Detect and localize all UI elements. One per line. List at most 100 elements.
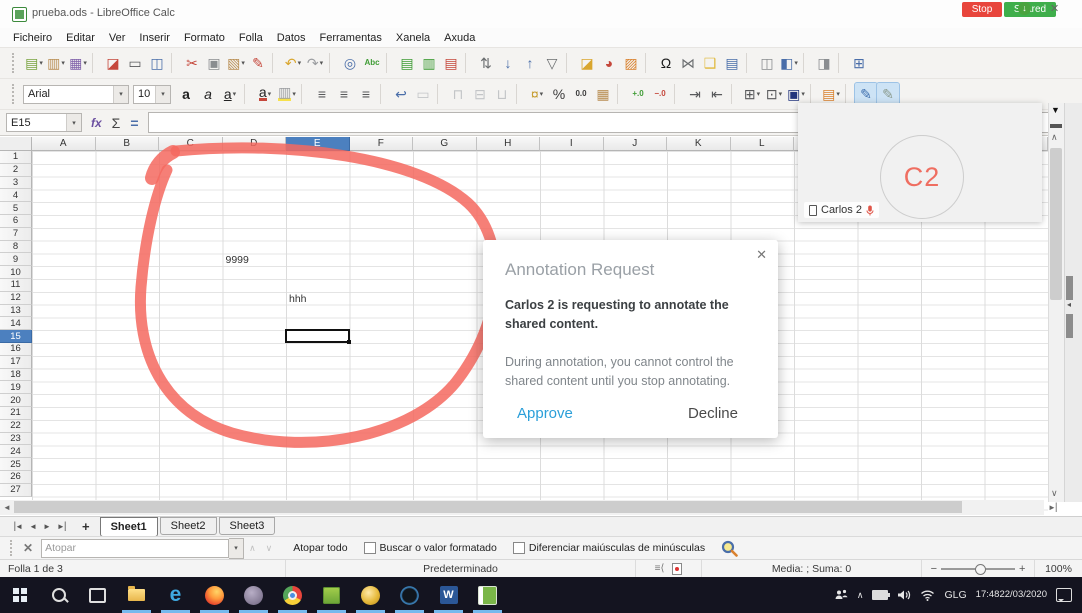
insert-image-icon[interactable]: ◪ <box>576 52 598 75</box>
row-header-22[interactable]: 22 <box>0 420 32 433</box>
previous-sheet-icon[interactable]: ◄ <box>29 522 37 531</box>
chevron-down-icon[interactable]: ▾ <box>113 86 128 103</box>
sheet-tab-sheet2[interactable]: Sheet2 <box>160 517 217 535</box>
row-header-9[interactable]: 9 <box>0 253 32 266</box>
selection-mode-icon[interactable]: ≡⟨ <box>655 563 665 574</box>
libreoffice-calc-taskbar-button[interactable] <box>468 577 507 613</box>
date-format-icon[interactable]: ▦ <box>592 83 614 106</box>
row-header-21[interactable]: 21 <box>0 407 32 420</box>
merge-cells-icon[interactable]: ▭ <box>412 83 434 106</box>
chevron-down-icon[interactable]: ▾ <box>292 90 296 98</box>
insert-pivot-icon[interactable]: ▨ <box>620 52 642 75</box>
chrome-taskbar-button[interactable] <box>273 577 312 613</box>
paste-icon[interactable]: ▧▾ <box>225 52 247 75</box>
battery-icon[interactable] <box>872 590 888 600</box>
percent-format-icon[interactable]: % <box>548 83 570 106</box>
row-header-12[interactable]: 12 <box>0 292 32 305</box>
horizontal-scrollbar-thumb[interactable] <box>14 501 962 513</box>
row-header-10[interactable]: 10 <box>0 266 32 279</box>
redo-icon[interactable]: ↷▾ <box>304 52 326 75</box>
save-icon[interactable]: ▦▾ <box>67 52 89 75</box>
column-header-K[interactable]: K <box>667 137 731 151</box>
sheet-tab-sheet3[interactable]: Sheet3 <box>219 517 276 535</box>
highlighting-color-icon[interactable]: ▥▾ <box>276 83 298 106</box>
row-header-2[interactable]: 2 <box>0 164 32 177</box>
chevron-down-icon[interactable]: ▾ <box>229 538 244 559</box>
sidebar-handle[interactable] <box>1066 276 1073 300</box>
column-header-C[interactable]: C <box>159 137 223 151</box>
find-next-icon[interactable]: ∨ <box>266 543 273 554</box>
print-icon[interactable]: ▭ <box>124 52 146 75</box>
hyperlink-icon[interactable]: ⋈ <box>677 52 699 75</box>
column-header-L[interactable]: L <box>731 137 795 151</box>
wrap-text-icon[interactable]: ↩ <box>390 83 412 106</box>
find-and-replace-icon[interactable]: ◎ <box>339 52 361 75</box>
menu-formato[interactable]: Formato <box>177 32 232 44</box>
menu-ferramentas[interactable]: Ferramentas <box>313 32 389 44</box>
first-sheet-icon[interactable]: ▕◄ <box>9 522 23 531</box>
chevron-down-icon[interactable]: ▾ <box>298 59 302 67</box>
gimp-taskbar-button[interactable] <box>234 577 273 613</box>
word-taskbar-button[interactable]: W <box>429 577 468 613</box>
chevron-down-icon[interactable]: ▾ <box>801 90 805 98</box>
chevron-down-icon[interactable]: ▾ <box>233 90 237 98</box>
font-color-icon[interactable]: a▾ <box>254 83 276 106</box>
zoom-in-icon[interactable]: + <box>1019 563 1025 575</box>
column-header-A[interactable]: A <box>32 137 96 151</box>
add-decimal-icon[interactable]: +.0 <box>627 83 649 106</box>
toolbar-overflow-icon[interactable]: ▼ <box>1051 105 1060 115</box>
green-chart-taskbar-button[interactable] <box>312 577 351 613</box>
file-explorer-taskbar-button[interactable] <box>117 577 156 613</box>
chevron-down-icon[interactable]: ▾ <box>757 90 761 98</box>
language-indicator[interactable]: GLG <box>944 589 966 601</box>
row-header-15[interactable]: 15 <box>0 330 32 343</box>
chevron-down-icon[interactable]: ▾ <box>540 90 544 98</box>
close-icon[interactable]: ✕ <box>756 247 767 263</box>
open-icon[interactable]: ▥▾ <box>45 52 67 75</box>
zoom-level[interactable]: 100% <box>1035 560 1082 577</box>
decrease-indent-icon[interactable]: ⇤ <box>706 83 728 106</box>
search-input[interactable] <box>41 539 229 558</box>
column-header-B[interactable]: B <box>96 137 160 151</box>
cut-icon[interactable]: ✂ <box>181 52 203 75</box>
align-left-icon[interactable]: ≡ <box>311 83 333 106</box>
export-pdf-icon[interactable]: ◪ <box>102 52 124 75</box>
column-header-H[interactable]: H <box>477 137 541 151</box>
row-header-27[interactable]: 27 <box>0 484 32 497</box>
show-draw-functions-icon[interactable]: ⊞ <box>848 52 870 75</box>
row-header-17[interactable]: 17 <box>0 356 32 369</box>
font-name-combobox[interactable]: Arial ▾ <box>23 85 129 104</box>
update-available-icon[interactable]: ↓ <box>1018 2 1031 15</box>
menu-inserir[interactable]: Inserir <box>132 32 177 44</box>
number-format-icon[interactable]: 0.0 <box>570 83 592 106</box>
delete-cells-icon[interactable]: ▤ <box>440 52 462 75</box>
function-wizard-icon[interactable]: fx <box>91 116 102 130</box>
row-header-7[interactable]: 7 <box>0 228 32 241</box>
center-vertically-icon[interactable]: ⊟ <box>469 83 491 106</box>
menu-axuda[interactable]: Axuda <box>437 32 482 44</box>
next-sheet-icon[interactable]: ► <box>43 522 51 531</box>
decline-button[interactable]: Decline <box>688 405 738 422</box>
print-preview-icon[interactable]: ◫ <box>146 52 168 75</box>
row-header-26[interactable]: 26 <box>0 471 32 484</box>
close-document-icon[interactable]: ✕ <box>1050 2 1059 15</box>
scroll-right-icon[interactable]: ►▏ <box>1048 503 1062 512</box>
split-window-icon[interactable]: ◨ <box>813 52 835 75</box>
sum-icon[interactable]: Σ <box>112 115 121 131</box>
row-header-4[interactable]: 4 <box>0 189 32 202</box>
border-style-icon[interactable]: ⊡▾ <box>763 83 785 106</box>
sheet-position-status[interactable]: Folla 1 de 3 <box>0 560 286 577</box>
delete-decimal-icon[interactable]: −.0 <box>649 83 671 106</box>
edge-taskbar-button[interactable]: e <box>156 577 195 613</box>
formula-equals-icon[interactable]: = <box>130 115 138 131</box>
vertical-scrollbar-thumb[interactable] <box>1050 148 1062 300</box>
column-header-D[interactable]: D <box>223 137 287 151</box>
row-header-8[interactable]: 8 <box>0 241 32 254</box>
chevron-down-icon[interactable]: ▾ <box>61 59 65 67</box>
clone-formatting-icon[interactable]: ✎ <box>247 52 269 75</box>
zoom-slider[interactable]: − + <box>922 560 1035 577</box>
match-case-checkbox[interactable] <box>513 542 525 554</box>
select-all-corner[interactable] <box>0 137 32 151</box>
menu-folla[interactable]: Folla <box>232 32 270 44</box>
borders-icon[interactable]: ⊞▾ <box>741 83 763 106</box>
